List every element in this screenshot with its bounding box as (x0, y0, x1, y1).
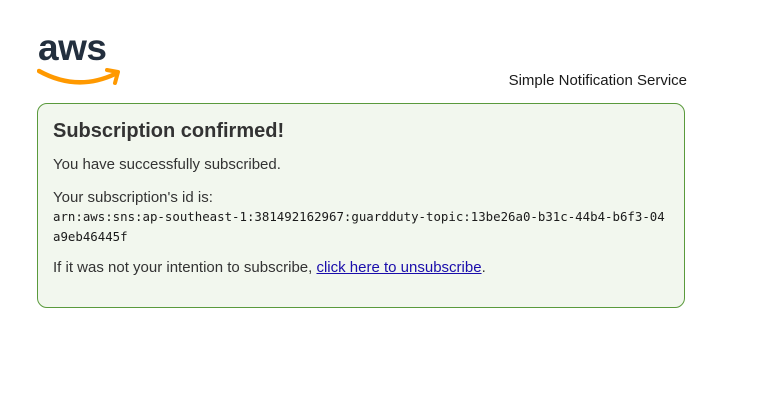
page: aws Simple Notification Service Subscrip… (0, 0, 780, 419)
unsubscribe-notice: If it was not your intention to subscrib… (53, 258, 669, 278)
aws-logo-text: aws (38, 30, 106, 68)
subscription-id-label: Your subscription's id is: (53, 189, 213, 206)
aws-logo: aws (36, 27, 123, 90)
aws-logo-icon: aws (36, 27, 120, 85)
confirmation-panel: Subscription confirmed! You have success… (37, 103, 685, 308)
unsubscribe-prefix: If it was not your intention to subscrib… (53, 259, 317, 276)
unsubscribe-suffix: . (481, 259, 486, 276)
success-message: You have successfully subscribed. (53, 156, 281, 173)
confirmation-title: Subscription confirmed! (53, 120, 285, 142)
unsubscribe-link[interactable]: click here to unsubscribe (316, 259, 481, 276)
service-name: Simple Notification Service (508, 72, 687, 89)
subscription-arn: arn:aws:sns:ap-southeast-1:381492162967:… (53, 209, 665, 244)
header: aws Simple Notification Service (36, 27, 687, 92)
subscription-id-block: Your subscription's id is: arn:aws:sns:a… (53, 188, 669, 247)
